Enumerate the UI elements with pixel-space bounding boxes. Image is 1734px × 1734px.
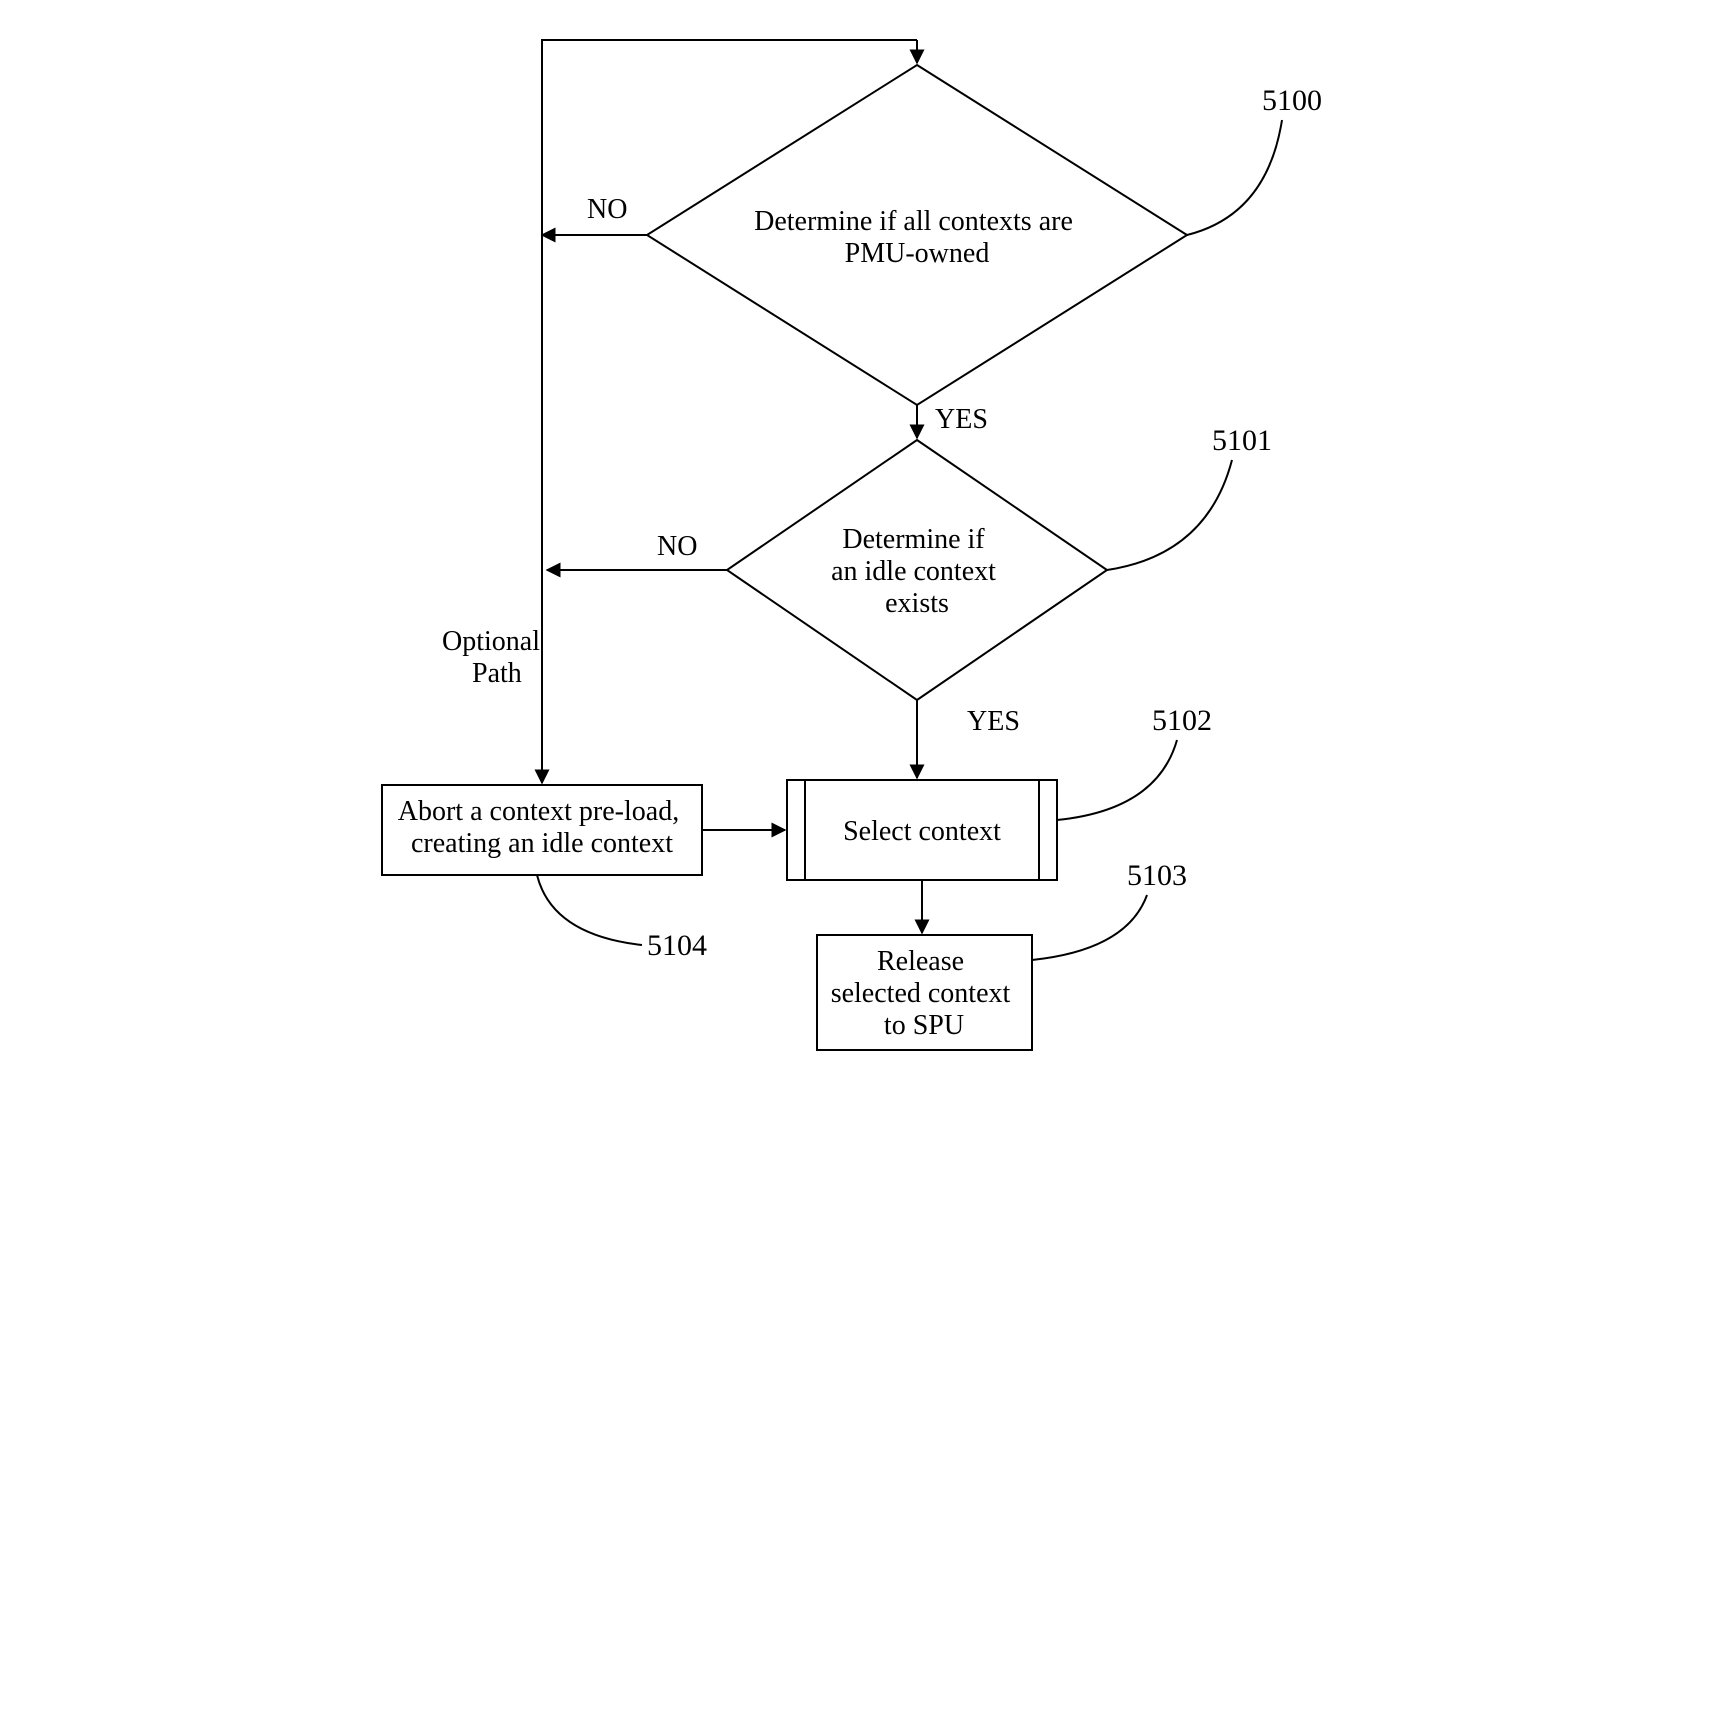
callout-5100 — [1187, 120, 1282, 235]
ref-5100: 5100 — [1262, 84, 1322, 117]
callout-5104 — [537, 875, 642, 945]
ref-5102: 5102 — [1152, 704, 1212, 737]
process-5102-text: Select context — [843, 816, 1001, 847]
label-yes-5101: YES — [967, 706, 1020, 737]
label-no-5101: NO — [657, 531, 697, 562]
callout-5103 — [1032, 895, 1147, 960]
callout-5102 — [1057, 740, 1177, 820]
callout-5101 — [1107, 460, 1232, 570]
flowchart: Determine if all contexts are PMU-owned … — [327, 0, 1407, 1080]
ref-5101: 5101 — [1212, 424, 1272, 457]
label-no-5100: NO — [587, 194, 627, 225]
label-optional-path: Optional Path — [442, 626, 547, 689]
ref-5103: 5103 — [1127, 859, 1187, 892]
label-yes-5100: YES — [935, 404, 988, 435]
ref-5104: 5104 — [647, 929, 707, 962]
process-5104-text: Abort a context pre-load, creating an id… — [398, 796, 686, 859]
